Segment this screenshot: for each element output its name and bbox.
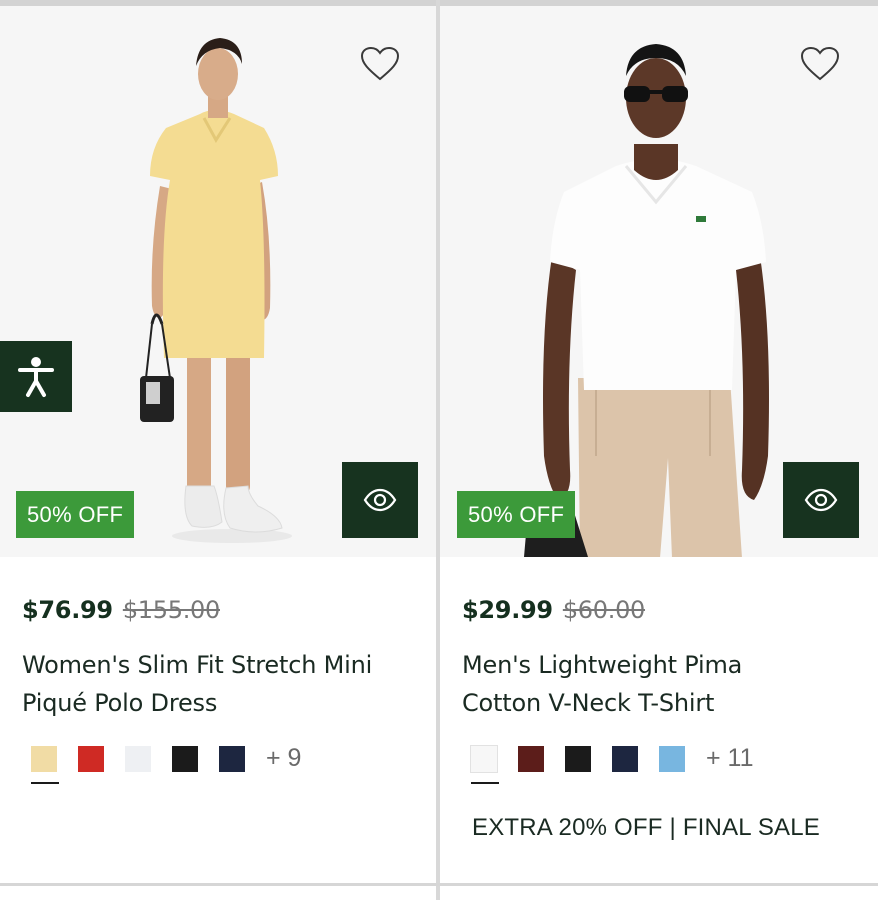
color-swatch[interactable]: [78, 745, 104, 772]
color-swatch[interactable]: [219, 745, 245, 772]
discount-badge: 50% OFF: [16, 491, 135, 538]
color-swatches: + 11: [470, 744, 754, 784]
product-title-line-1[interactable]: Men's Lightweight Pima: [462, 646, 862, 684]
sale-price: $29.99: [462, 596, 553, 624]
original-price: $60.00: [562, 596, 646, 624]
accessibility-person-icon: [18, 356, 54, 397]
product-card-mens-vneck-tshirt[interactable]: 50% OFF $29.99 $60.00 Men's Lightweight …: [440, 6, 878, 883]
sale-price: $76.99: [22, 596, 113, 624]
wishlist-button[interactable]: [800, 46, 840, 82]
product-card-womens-polo-dress[interactable]: 50% OFF $76.99 $155.00 Women's Slim Fit …: [0, 6, 436, 883]
more-colors-link[interactable]: + 11: [706, 744, 754, 773]
product-title-line-1[interactable]: Women's Slim Fit Stretch Mini: [22, 646, 422, 684]
color-swatch[interactable]: [659, 745, 685, 772]
heart-outline-icon: [800, 46, 840, 81]
eye-icon: [804, 488, 838, 512]
color-swatch[interactable]: [612, 745, 638, 772]
eye-icon: [363, 488, 397, 512]
quick-view-button[interactable]: [342, 462, 418, 538]
product-title[interactable]: Women's Slim Fit Stretch Mini Piqué Polo…: [22, 646, 422, 722]
color-swatches: + 9: [31, 744, 301, 784]
wishlist-button[interactable]: [360, 46, 400, 82]
accessibility-button[interactable]: [0, 341, 72, 412]
price-row: $29.99 $60.00: [462, 596, 645, 624]
color-swatch[interactable]: [565, 745, 591, 772]
discount-badge: 50% OFF: [457, 491, 576, 538]
color-swatch[interactable]: [470, 744, 499, 784]
original-price: $155.00: [122, 596, 220, 624]
color-swatch[interactable]: [125, 745, 151, 772]
price-row: $76.99 $155.00: [22, 596, 220, 624]
more-colors-link[interactable]: + 9: [266, 744, 301, 773]
product-title-line-2[interactable]: Piqué Polo Dress: [22, 684, 422, 722]
product-image[interactable]: 50% OFF: [0, 6, 436, 557]
bottom-divider: [0, 883, 878, 886]
promo-text: EXTRA 20% OFF | FINAL SALE: [472, 814, 820, 841]
quick-view-button[interactable]: [783, 462, 859, 538]
heart-outline-icon: [360, 46, 400, 81]
color-swatch[interactable]: [518, 745, 544, 772]
product-title[interactable]: Men's Lightweight Pima Cotton V-Neck T-S…: [462, 646, 862, 722]
color-swatch[interactable]: [31, 745, 59, 784]
product-image[interactable]: 50% OFF: [440, 6, 878, 557]
color-swatch[interactable]: [172, 745, 198, 772]
product-title-line-2[interactable]: Cotton V-Neck T-Shirt: [462, 684, 862, 722]
